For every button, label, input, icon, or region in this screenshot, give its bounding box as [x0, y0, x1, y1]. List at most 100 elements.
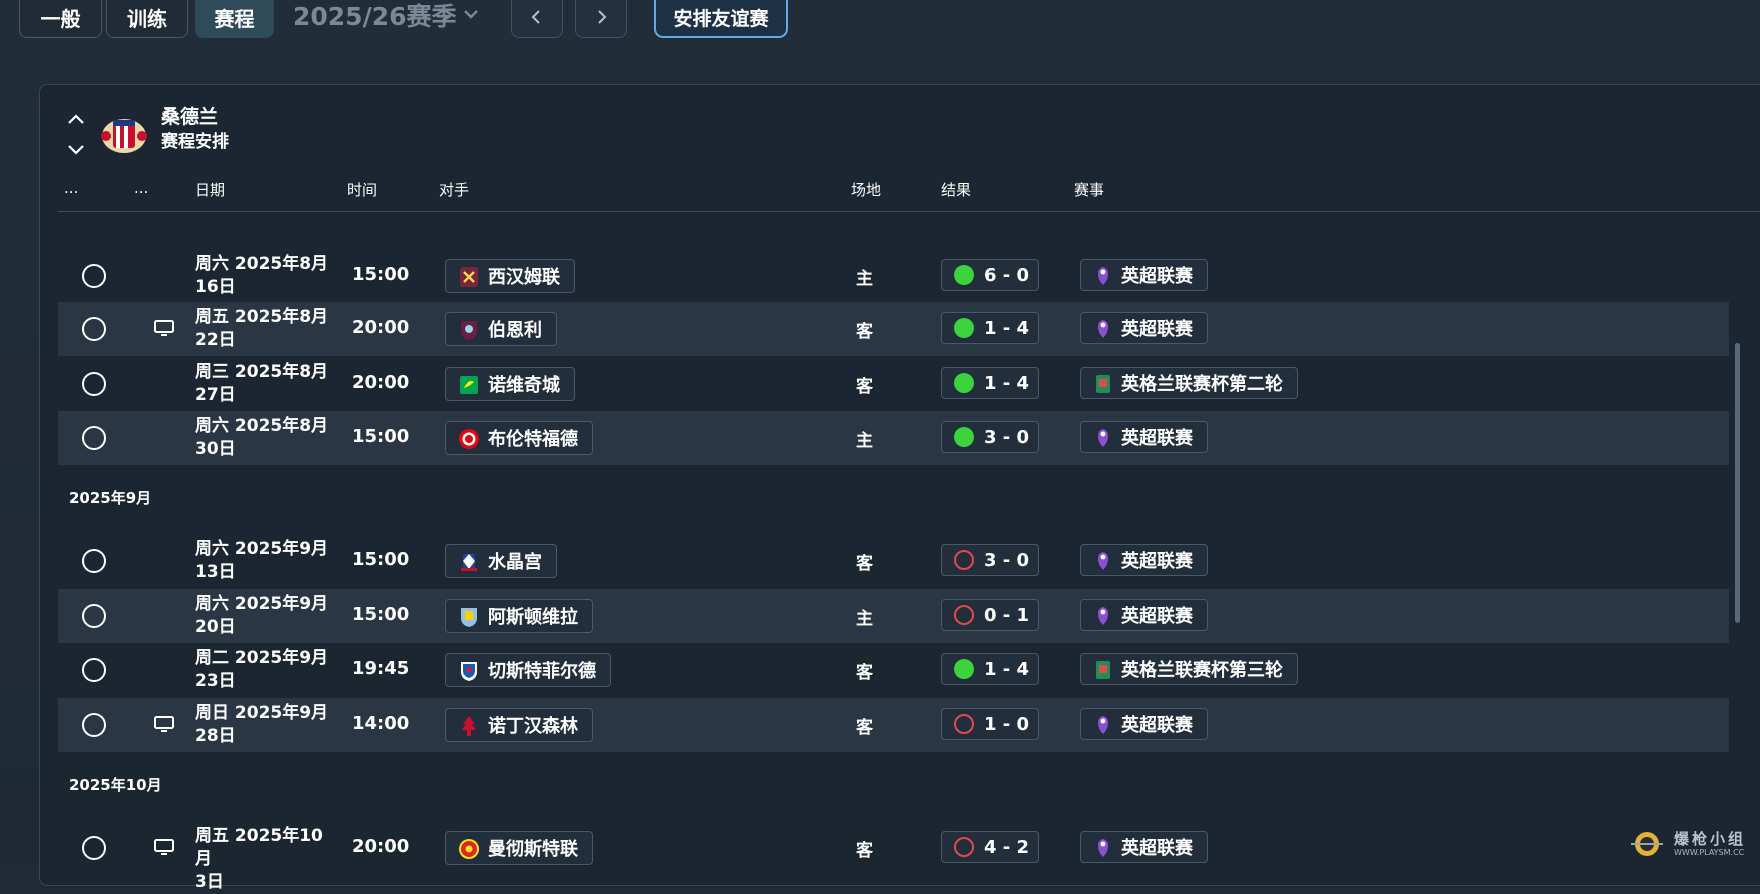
result-button[interactable]: 1 - 4: [941, 312, 1039, 344]
fixture-row[interactable]: 周日 2025年9月 28日 14:00 诺丁汉森林 客 1 - 0 英超联赛: [58, 698, 1729, 752]
premier-league-icon: [1098, 839, 1108, 857]
win-indicator-icon: [954, 427, 974, 447]
competition-button[interactable]: 英超联赛: [1080, 831, 1208, 863]
column-header-opponent[interactable]: 对手: [439, 179, 469, 200]
chevron-down-icon[interactable]: [460, 2, 482, 26]
fixture-date: 周五 2025年8月 22日: [195, 306, 335, 352]
nottingham-forest-crest-icon: [462, 716, 476, 736]
fixture-date: 周六 2025年8月 16日: [195, 253, 335, 299]
competition-button[interactable]: 英超联赛: [1080, 421, 1208, 453]
fixture-date-line2: 22日: [195, 330, 236, 350]
fixture-select-radio[interactable]: [82, 317, 106, 341]
fixture-date-line2: 3日: [195, 872, 224, 892]
scrollbar[interactable]: [1735, 343, 1740, 623]
fixture-row[interactable]: 周六 2025年8月 16日 15:00 西汉姆联 主 6 - 0 英超联赛: [58, 249, 1729, 303]
win-indicator-icon: [954, 265, 974, 285]
result-button[interactable]: 6 - 0: [941, 259, 1039, 291]
fixture-select-radio[interactable]: [82, 836, 106, 860]
tv-broadcast-icon: [154, 839, 174, 855]
column-more-options-2[interactable]: ...: [134, 179, 148, 197]
fixture-date: 周五 2025年10月 3日: [195, 825, 335, 894]
tab-schedule[interactable]: 赛程: [195, 0, 274, 38]
column-header-competition[interactable]: 赛事: [1074, 179, 1104, 200]
result-button[interactable]: 1 - 4: [941, 367, 1039, 399]
fixture-row[interactable]: 周三 2025年8月 27日 20:00 诺维奇城 客 1 - 4 英格兰联赛杯第二轮: [58, 357, 1729, 411]
competition-name: 英超联赛: [1121, 715, 1193, 736]
collapse-toggle-icon[interactable]: [66, 110, 86, 160]
column-header-result[interactable]: 结果: [941, 179, 971, 200]
tab-training[interactable]: 训练: [106, 0, 188, 38]
fixture-time: 15:00: [352, 604, 410, 625]
fixture-row[interactable]: 周六 2025年9月 13日 15:00 水晶宫 客 3 - 0 英超联赛: [58, 534, 1729, 588]
opponent-button[interactable]: 阿斯顿维拉: [445, 599, 593, 633]
competition-name: 英超联赛: [1121, 266, 1193, 287]
competition-button[interactable]: 英格兰联赛杯第三轮: [1080, 653, 1298, 685]
season-selector[interactable]: 2025/26赛季: [293, 0, 457, 31]
opponent-button[interactable]: 切斯特菲尔德: [445, 653, 611, 687]
fixture-date-line1: 周三 2025年8月: [195, 362, 329, 382]
tab-general[interactable]: 一般: [19, 0, 102, 38]
competition-name: 英格兰联赛杯第三轮: [1121, 660, 1283, 681]
column-header-time[interactable]: 时间: [347, 179, 377, 200]
fixture-select-radio[interactable]: [82, 426, 106, 450]
opponent-name: 诺维奇城: [488, 375, 560, 396]
premier-league-icon: [1098, 320, 1108, 338]
competition-name: 英超联赛: [1121, 428, 1193, 449]
fixture-venue: 客: [856, 718, 873, 738]
schedule-panel: [39, 84, 1760, 886]
fixture-venue: 客: [856, 663, 873, 683]
fixture-row[interactable]: 周五 2025年8月 22日 20:00 伯恩利 客 1 - 4 英超联赛: [58, 302, 1729, 356]
fixture-select-radio[interactable]: [82, 264, 106, 288]
fixture-score: 0 - 1: [984, 604, 1030, 626]
competition-button[interactable]: 英超联赛: [1080, 599, 1208, 631]
next-button[interactable]: [575, 0, 627, 38]
fixture-date-line1: 周二 2025年9月: [195, 648, 329, 668]
result-button[interactable]: 0 - 1: [941, 599, 1039, 631]
opponent-button[interactable]: 诺丁汉森林: [445, 708, 593, 742]
opponent-button[interactable]: 伯恩利: [445, 312, 557, 346]
fixture-venue: 主: [856, 431, 873, 451]
column-more-options[interactable]: ...: [64, 179, 78, 197]
result-button[interactable]: 3 - 0: [941, 544, 1039, 576]
fixture-select-radio[interactable]: [82, 713, 106, 737]
fixture-score: 1 - 4: [984, 658, 1030, 680]
opponent-name: 西汉姆联: [488, 267, 560, 288]
competition-button[interactable]: 英超联赛: [1080, 312, 1208, 344]
tv-broadcast-icon: [154, 716, 174, 732]
column-header-date[interactable]: 日期: [195, 179, 225, 200]
result-button[interactable]: 4 - 2: [941, 831, 1039, 863]
league-cup-icon: [1096, 661, 1110, 679]
opponent-button[interactable]: 曼彻斯特联: [445, 831, 593, 865]
competition-button[interactable]: 英格兰联赛杯第二轮: [1080, 367, 1298, 399]
opponent-button[interactable]: 水晶宫: [445, 544, 557, 578]
fixture-select-radio[interactable]: [82, 604, 106, 628]
fixture-time: 20:00: [352, 836, 410, 857]
result-button[interactable]: 1 - 4: [941, 653, 1039, 685]
fixture-select-radio[interactable]: [82, 549, 106, 573]
fixture-date: 周三 2025年8月 27日: [195, 361, 335, 407]
fixture-row[interactable]: 周二 2025年9月 23日 19:45 切斯特菲尔德 客 1 - 4 英格兰联赛杯第三轮: [58, 643, 1729, 697]
fixture-select-radio[interactable]: [82, 658, 106, 682]
result-button[interactable]: 3 - 0: [941, 421, 1039, 453]
result-button[interactable]: 1 - 0: [941, 708, 1039, 740]
competition-button[interactable]: 英超联赛: [1080, 544, 1208, 576]
opponent-button[interactable]: 诺维奇城: [445, 367, 575, 401]
competition-button[interactable]: 英超联赛: [1080, 259, 1208, 291]
opponent-button[interactable]: 布伦特福德: [445, 421, 593, 455]
fixture-row[interactable]: 周六 2025年9月 20日 15:00 阿斯顿维拉 主 0 - 1 英超联赛: [58, 589, 1729, 643]
fixture-row[interactable]: 周六 2025年8月 30日 15:00 布伦特福德 主 3 - 0 英超联赛: [58, 411, 1729, 465]
tv-broadcast-icon: [154, 320, 174, 336]
win-indicator-icon: [954, 318, 974, 338]
column-header-venue[interactable]: 场地: [851, 179, 881, 200]
fixture-row[interactable]: 周五 2025年10月 3日 20:00 曼彻斯特联 客 4 - 2 英超联赛: [58, 821, 1729, 892]
arrange-friendly-button[interactable]: 安排友谊赛: [654, 0, 788, 38]
win-indicator-icon: [954, 659, 974, 679]
loss-indicator-icon: [954, 714, 974, 734]
fixture-venue: 主: [856, 609, 873, 629]
fixture-select-radio[interactable]: [82, 372, 106, 396]
fixture-date: 周日 2025年9月 28日: [195, 702, 335, 748]
manchester-united-crest-icon: [459, 839, 479, 859]
competition-button[interactable]: 英超联赛: [1080, 708, 1208, 740]
previous-button[interactable]: [511, 0, 563, 38]
opponent-button[interactable]: 西汉姆联: [445, 259, 575, 293]
